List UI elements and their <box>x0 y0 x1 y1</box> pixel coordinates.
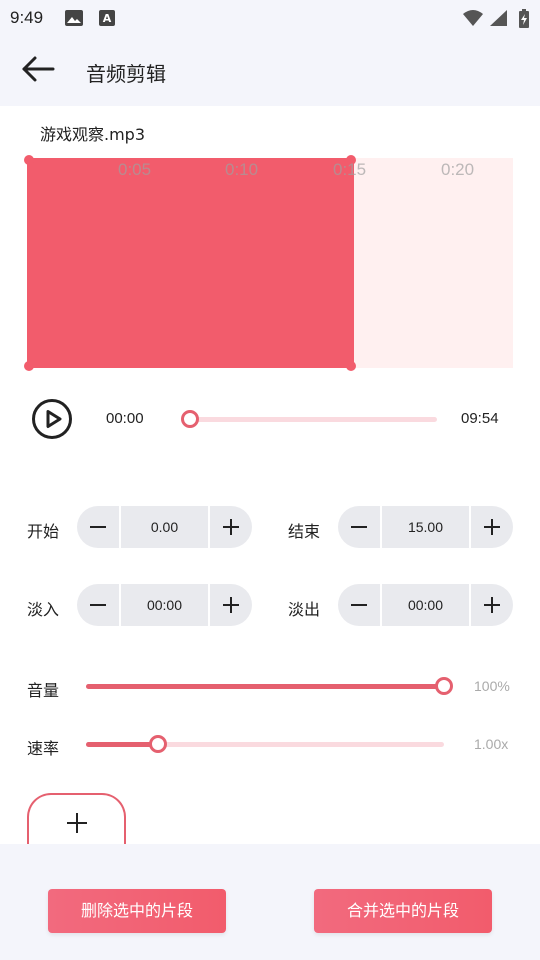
editor-panel: 游戏观察.mp3 0:05 0:10 0:15 0:20 00:00 09:54… <box>0 106 540 853</box>
start-decrement-button[interactable] <box>77 506 119 548</box>
delete-selected-button[interactable]: 删除选中的片段 <box>48 889 226 933</box>
plus-icon <box>484 519 500 535</box>
play-circle-icon <box>32 399 72 439</box>
minus-icon <box>351 604 367 606</box>
speed-slider-track[interactable] <box>86 735 444 753</box>
time-tick: 0:10 <box>225 160 259 179</box>
minus-icon <box>351 526 367 528</box>
time-tick: 0:15 <box>333 160 367 179</box>
plus-icon <box>484 597 500 613</box>
plus-icon <box>223 597 239 613</box>
volume-slider-thumb[interactable] <box>435 677 453 695</box>
volume-value: 100% <box>474 678 510 694</box>
fade-in-decrement-button[interactable] <box>77 584 119 626</box>
merge-selected-button[interactable]: 合并选中的片段 <box>314 889 492 933</box>
current-time: 00:00 <box>106 410 144 427</box>
volume-slider-track[interactable] <box>86 677 453 695</box>
status-bar: 9:49 A <box>0 0 540 36</box>
fade-out-decrement-button[interactable] <box>338 584 380 626</box>
photo-icon <box>65 10 83 26</box>
start-stepper: 0.00 <box>77 506 252 548</box>
text-a-icon: A <box>99 10 115 26</box>
speed-label: 速率 <box>27 739 60 758</box>
minus-icon <box>90 604 106 606</box>
selection-start-knob-top[interactable] <box>24 155 34 165</box>
plus-icon <box>223 519 239 535</box>
play-button[interactable] <box>31 398 73 440</box>
selection-end-handle[interactable] <box>350 158 354 368</box>
fade-out-value[interactable]: 00:00 <box>380 584 471 626</box>
selection-start-knob-bottom[interactable] <box>24 361 34 371</box>
file-name: 游戏观察.mp3 <box>40 125 146 144</box>
fade-out-stepper: 00:00 <box>338 584 513 626</box>
fade-in-increment-button[interactable] <box>210 584 252 626</box>
status-time: 9:49 <box>10 8 44 27</box>
start-label: 开始 <box>27 522 60 541</box>
fade-in-stepper: 00:00 <box>77 584 252 626</box>
speed-value: 1.00x <box>474 736 509 752</box>
selection-end-knob-bottom[interactable] <box>346 361 356 371</box>
end-increment-button[interactable] <box>471 506 513 548</box>
arrow-left-icon <box>22 56 55 82</box>
waveform-selection[interactable] <box>27 158 352 368</box>
back-button[interactable] <box>20 54 60 88</box>
end-stepper: 15.00 <box>338 506 513 548</box>
speed-slider-thumb[interactable] <box>149 735 167 753</box>
fade-out-label: 淡出 <box>288 600 321 619</box>
page-title: 音频剪辑 <box>86 62 166 86</box>
playback-progress-thumb[interactable] <box>181 410 199 428</box>
playback-progress-track[interactable] <box>190 417 437 422</box>
start-increment-button[interactable] <box>210 506 252 548</box>
fade-in-value[interactable]: 00:00 <box>119 584 210 626</box>
volume-label: 音量 <box>27 681 60 700</box>
app-bar: 音频剪辑 <box>0 36 540 106</box>
fade-out-increment-button[interactable] <box>471 584 513 626</box>
end-decrement-button[interactable] <box>338 506 380 548</box>
waveform[interactable]: 0:05 0:10 0:15 0:20 <box>24 155 513 371</box>
end-value[interactable]: 15.00 <box>380 506 471 548</box>
svg-text:A: A <box>103 12 112 25</box>
bottom-action-bar: 删除选中的片段 合并选中的片段 <box>0 844 540 960</box>
start-value[interactable]: 0.00 <box>119 506 210 548</box>
time-tick: 0:20 <box>441 160 475 179</box>
plus-icon <box>66 813 87 833</box>
wifi-icon <box>463 10 483 26</box>
volume-slider-fill <box>86 684 444 689</box>
player-controls: 00:00 09:54 <box>0 388 540 448</box>
signal-icon <box>490 10 507 26</box>
end-label: 结束 <box>288 522 321 541</box>
total-time: 09:54 <box>461 410 499 427</box>
battery-charging-icon <box>519 9 529 28</box>
time-tick: 0:05 <box>118 160 152 179</box>
fade-in-label: 淡入 <box>27 600 60 619</box>
minus-icon <box>90 526 106 528</box>
speed-slider-fill <box>86 742 158 747</box>
